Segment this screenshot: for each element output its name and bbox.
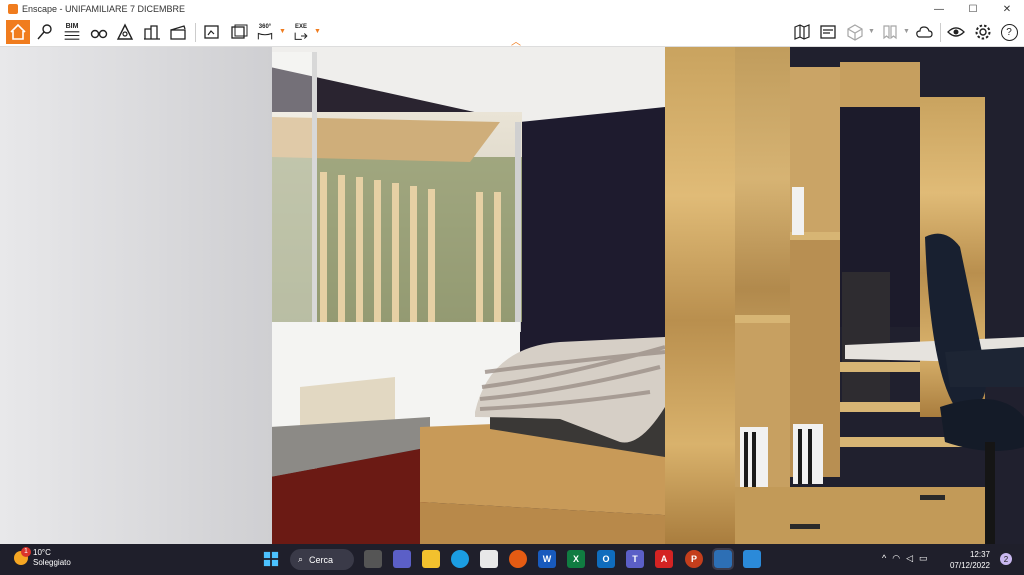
home-button[interactable] [6, 20, 30, 44]
map-pin-icon [37, 24, 52, 40]
settings-button[interactable] [971, 20, 995, 44]
task-view-icon[interactable] [364, 550, 382, 568]
weather-widget[interactable]: 1 10°C Soleggiato [14, 547, 71, 568]
panel-icon [820, 25, 836, 39]
lines-icon [64, 31, 80, 40]
tray-icons[interactable]: ^◠◁▭ [882, 553, 934, 564]
title-bar: Enscape - UNIFAMILIARE 7 DICEMBRE — ☐ ✕ [0, 0, 1024, 18]
chevron-down-icon[interactable]: ▼ [314, 28, 321, 35]
collapse-toolbar-icon[interactable]: ︿ [511, 33, 521, 48]
weather-badge: 1 [21, 547, 31, 557]
help-button[interactable]: ? [997, 20, 1021, 44]
eye-icon [947, 27, 965, 37]
battery-icon[interactable]: ▭ [919, 553, 934, 563]
triangle-eye-icon [116, 23, 134, 40]
visual-settings-button[interactable] [113, 20, 137, 44]
gear-icon [975, 24, 991, 40]
outlook-icon[interactable]: O [597, 550, 615, 568]
toolbar-separator [940, 23, 941, 42]
app-icon[interactable] [743, 550, 761, 568]
cloud-upload-icon [916, 26, 933, 38]
chevron-down-icon[interactable]: ▼ [279, 28, 286, 35]
export-arrow-icon [294, 32, 308, 40]
file-explorer-icon[interactable] [422, 550, 440, 568]
info-panel-button[interactable] [816, 20, 840, 44]
minimize-button[interactable]: — [922, 0, 956, 18]
clock-date: 07/12/2022 [949, 561, 990, 570]
chevron-down-icon[interactable]: ▼ [868, 28, 875, 35]
clapperboard-icon [170, 25, 186, 40]
search-label: Cerca [309, 554, 334, 565]
weather-description: Soleggiato [33, 558, 71, 567]
search-icon: ⌕ [298, 554, 304, 564]
toolbar-separator [195, 23, 196, 42]
views-button[interactable] [878, 20, 902, 44]
windows-logo-icon [263, 551, 279, 567]
help-icon: ? [1000, 23, 1018, 41]
maximize-button[interactable]: ☐ [956, 0, 990, 18]
binoculars-button[interactable] [87, 20, 111, 44]
clock[interactable]: 12:37 07/12/2022 [950, 549, 990, 571]
bim-button[interactable]: BIM [60, 20, 84, 44]
window-controls: — ☐ ✕ [922, 0, 1024, 18]
windows-taskbar: 1 10°C Soleggiato ⌕ Cerca W X O T A P ^◠… [0, 544, 1024, 575]
buildings-icon [144, 25, 160, 40]
cube-icon [847, 24, 863, 41]
screenshot-icon [204, 25, 219, 39]
live-view-button[interactable] [944, 20, 968, 44]
start-button[interactable] [262, 550, 280, 568]
weather-sun-icon: 1 [14, 547, 31, 565]
upload-button[interactable] [912, 20, 936, 44]
video-editor-button[interactable] [166, 20, 190, 44]
panorama-button[interactable]: 360° [253, 20, 277, 44]
excel-icon[interactable]: X [567, 550, 585, 568]
taskbar-search[interactable]: ⌕ Cerca [290, 549, 354, 570]
firefox-icon[interactable] [509, 550, 527, 568]
chevron-down-icon[interactable]: ▼ [903, 28, 910, 35]
edge-icon[interactable] [451, 550, 469, 568]
weather-temperature: 10°C [33, 548, 51, 557]
cube-view-button[interactable] [843, 20, 867, 44]
word-icon[interactable]: W [538, 550, 556, 568]
interior-render [0, 47, 1024, 544]
clock-time: 12:37 [969, 550, 990, 559]
bookmarks-icon [883, 25, 897, 40]
chat-icon[interactable] [393, 550, 411, 568]
binoculars-icon [90, 29, 108, 39]
panorama-label: 360° [258, 23, 272, 30]
export-exe-button[interactable]: EXE [289, 20, 313, 44]
assets-button[interactable] [140, 20, 164, 44]
batch-images-icon [231, 24, 248, 39]
map-icon [794, 24, 810, 40]
enscape-logo-icon [8, 4, 18, 14]
teams-icon[interactable]: T [626, 550, 644, 568]
screenshot-button[interactable] [200, 20, 224, 44]
home-icon [10, 23, 26, 40]
location-button[interactable] [33, 20, 57, 44]
wifi-icon[interactable]: ◠ [892, 553, 906, 563]
render-viewport[interactable] [0, 47, 1024, 544]
chevron-up-icon[interactable]: ^ [882, 553, 892, 563]
bim-label: BIM [65, 23, 79, 30]
acrobat-icon[interactable]: A [655, 550, 673, 568]
powerpoint-icon[interactable]: P [685, 550, 703, 568]
close-button[interactable]: ✕ [990, 0, 1024, 18]
enscape-taskbar-icon[interactable] [712, 548, 734, 570]
exe-label: EXE [294, 23, 307, 30]
microsoft-store-icon[interactable] [480, 550, 498, 568]
batch-render-button[interactable] [227, 20, 251, 44]
map-button[interactable] [790, 20, 814, 44]
window-title: Enscape - UNIFAMILIARE 7 DICEMBRE [22, 4, 186, 14]
notification-badge[interactable]: 2 [1000, 553, 1012, 565]
panorama-icon [257, 32, 273, 39]
volume-icon[interactable]: ◁ [906, 553, 919, 563]
